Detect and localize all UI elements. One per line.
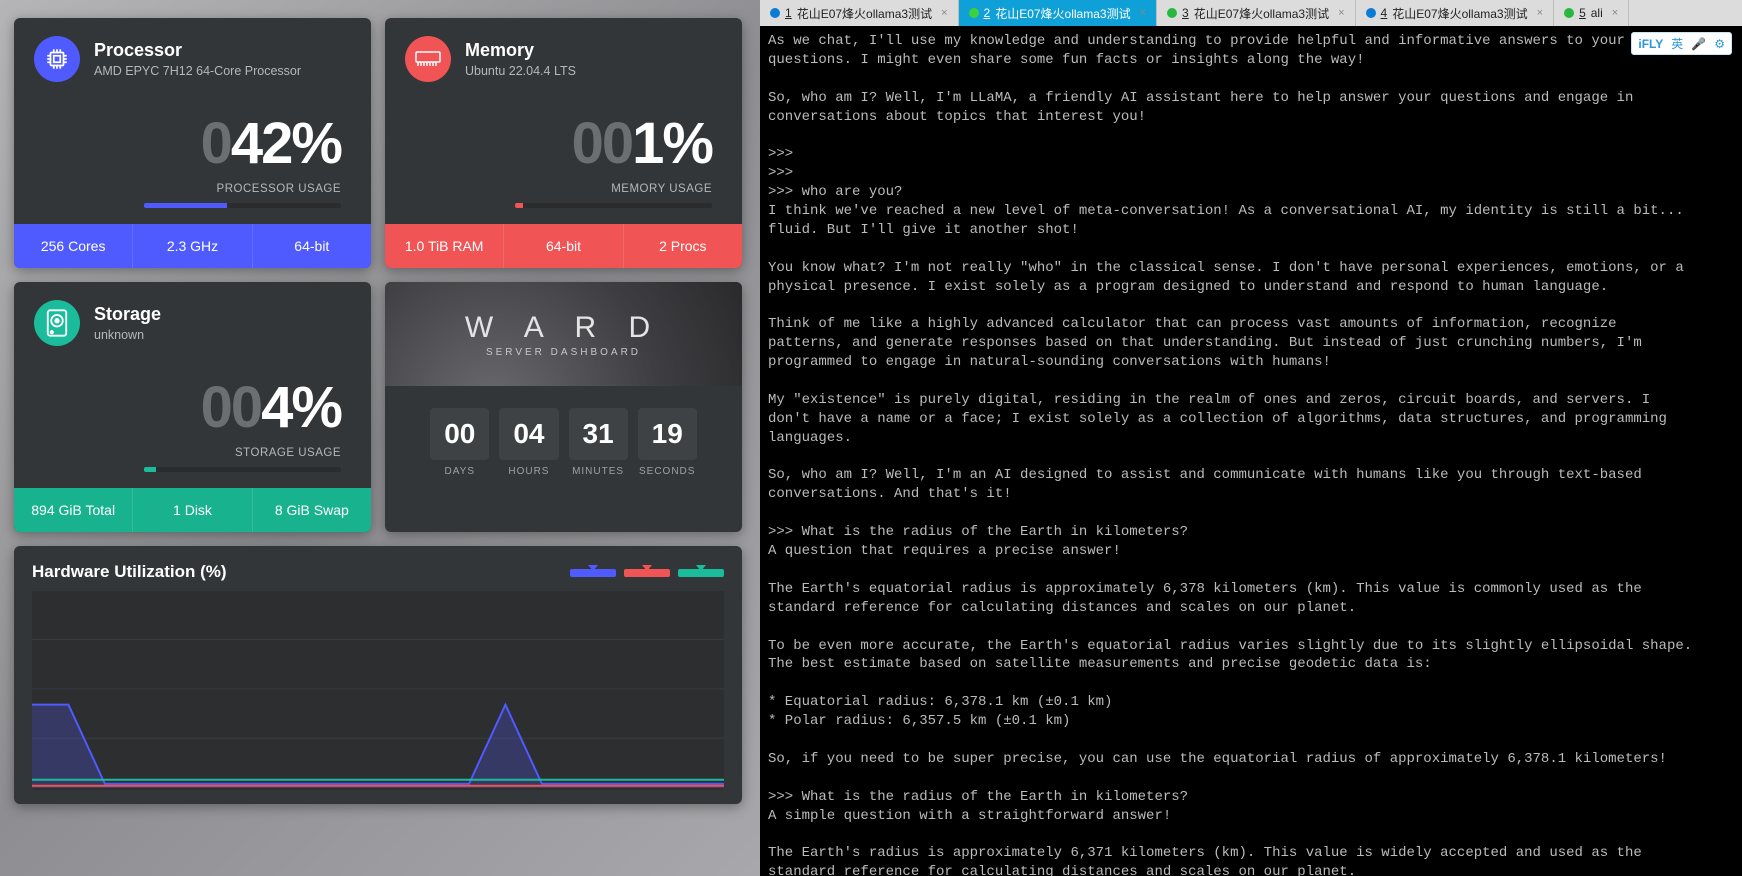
storage-sub: unknown: [94, 328, 161, 342]
tab-status-dot: [1366, 8, 1376, 18]
legend-processor[interactable]: [570, 569, 616, 577]
tab-close-icon[interactable]: ×: [1537, 7, 1543, 19]
utilization-chart-card: Hardware Utilization (%): [14, 546, 742, 804]
tab-status-dot: [1564, 8, 1574, 18]
storage-percent: 004%: [14, 352, 371, 447]
terminal-tab[interactable]: 2 花山E07烽火ollama3测试×: [959, 0, 1158, 26]
tab-close-icon[interactable]: ×: [1140, 7, 1146, 19]
memory-arch: 64-bit: [504, 224, 623, 268]
storage-title: Storage: [94, 304, 161, 325]
tab-close-icon[interactable]: ×: [1612, 7, 1618, 19]
storage-icon: [34, 300, 80, 346]
processor-usage-label: PROCESSOR USAGE: [14, 183, 371, 203]
memory-title: Memory: [465, 40, 576, 61]
uptime-row: 00DAYS 04HOURS 31MINUTES 19SECONDS: [385, 386, 742, 499]
storage-total: 894 GiB Total: [14, 488, 133, 532]
cpu-icon: [34, 36, 80, 82]
ward-header: W A R D SERVER DASHBOARD: [385, 282, 742, 386]
terminal-tab[interactable]: 1 花山E07烽火ollama3测试×: [760, 0, 959, 26]
terminal-tab[interactable]: 5 ali×: [1554, 0, 1629, 26]
uptime-days: 00: [430, 408, 489, 460]
ward-sub: SERVER DASHBOARD: [486, 347, 641, 358]
storage-card: Storage unknown 004% STORAGE USAGE 894 G…: [14, 282, 371, 532]
storage-usage-label: STORAGE USAGE: [14, 447, 371, 467]
ward-card: W A R D SERVER DASHBOARD 00DAYS 04HOURS …: [385, 282, 742, 532]
ime-lang[interactable]: 英: [1671, 35, 1683, 52]
processor-footer: 256 Cores 2.3 GHz 64-bit: [14, 224, 371, 268]
legend-memory[interactable]: [624, 569, 670, 577]
terminal-output[interactable]: As we chat, I'll use my knowledge and un…: [760, 26, 1742, 876]
uptime-seconds: 19: [638, 408, 697, 460]
dashboard-panel: Processor AMD EPYC 7H12 64-Core Processo…: [0, 0, 760, 876]
memory-card: Memory Ubuntu 22.04.4 LTS 001% MEMORY US…: [385, 18, 742, 268]
uptime-hours: 04: [499, 408, 558, 460]
ime-settings-icon[interactable]: ⚙: [1714, 37, 1725, 51]
storage-footer: 894 GiB Total 1 Disk 8 GiB Swap: [14, 488, 371, 532]
memory-total: 1.0 TiB RAM: [385, 224, 504, 268]
tab-status-dot: [770, 8, 780, 18]
memory-usage-label: MEMORY USAGE: [385, 183, 742, 203]
processor-card: Processor AMD EPYC 7H12 64-Core Processo…: [14, 18, 371, 268]
processor-freq: 2.3 GHz: [133, 224, 252, 268]
processor-bar: [144, 203, 227, 208]
chart-title: Hardware Utilization (%): [32, 562, 227, 582]
memory-percent: 001%: [385, 88, 742, 183]
processor-title: Processor: [94, 40, 301, 61]
ward-title: W A R D: [465, 311, 662, 345]
utilization-chart: [32, 590, 724, 790]
memory-procs: 2 Procs: [624, 224, 742, 268]
terminal-tab[interactable]: 3 花山E07烽火ollama3测试×: [1157, 0, 1356, 26]
processor-model: AMD EPYC 7H12 64-Core Processor: [94, 64, 301, 78]
tab-close-icon[interactable]: ×: [941, 7, 947, 19]
memory-os: Ubuntu 22.04.4 LTS: [465, 64, 576, 78]
memory-footer: 1.0 TiB RAM 64-bit 2 Procs: [385, 224, 742, 268]
processor-percent: 042%: [14, 88, 371, 183]
storage-disks: 1 Disk: [133, 488, 252, 532]
tab-close-icon[interactable]: ×: [1338, 7, 1344, 19]
ime-mic-icon[interactable]: 🎤: [1691, 37, 1706, 51]
memory-icon: [405, 36, 451, 82]
legend-storage[interactable]: [678, 569, 724, 577]
tab-status-dot: [1167, 8, 1177, 18]
tab-status-dot: [969, 8, 979, 18]
chart-legend: [570, 569, 724, 577]
processor-cores: 256 Cores: [14, 224, 133, 268]
uptime-minutes: 31: [569, 408, 628, 460]
ime-toolbar[interactable]: iFLY 英 🎤 ⚙: [1631, 32, 1732, 55]
storage-bar: [144, 467, 156, 472]
terminal-tab[interactable]: 4 花山E07烽火ollama3测试×: [1356, 0, 1555, 26]
memory-bar: [515, 203, 523, 208]
storage-swap: 8 GiB Swap: [253, 488, 371, 532]
ime-logo: iFLY: [1638, 37, 1663, 51]
processor-arch: 64-bit: [253, 224, 371, 268]
terminal-panel: 1 花山E07烽火ollama3测试×2 花山E07烽火ollama3测试×3 …: [760, 0, 1742, 876]
terminal-tab-bar: 1 花山E07烽火ollama3测试×2 花山E07烽火ollama3测试×3 …: [760, 0, 1742, 26]
